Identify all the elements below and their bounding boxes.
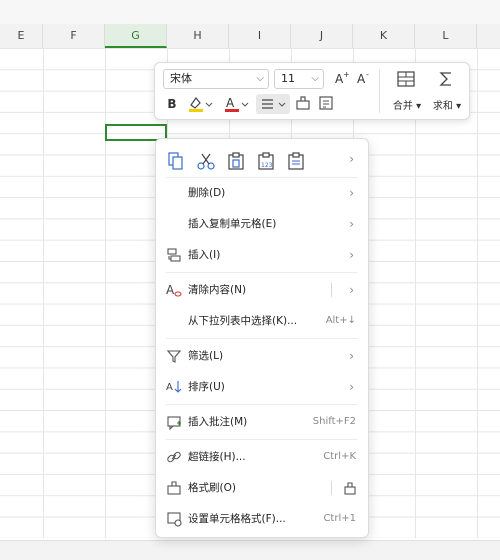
- format-cells-icon: [167, 512, 182, 527]
- formula-bar-area: [0, 0, 500, 25]
- toolbar-divider: [379, 69, 380, 113]
- paste-icon[interactable]: [226, 151, 246, 171]
- menu-item-filter[interactable]: 筛选(L) ›: [156, 342, 368, 370]
- paste-options-row: 123 ›: [156, 143, 368, 175]
- menu-item-format-painter[interactable]: 格式刷(O): [156, 474, 368, 502]
- svg-text:+: +: [343, 70, 350, 79]
- column-header-k[interactable]: K: [353, 24, 415, 48]
- menu-item-label: 插入批注(M): [188, 416, 248, 428]
- menu-item-label: 从下拉列表中选择(K)...: [188, 315, 298, 327]
- menu-divider: [166, 338, 358, 339]
- menu-item-shortcut: Shift+F2: [312, 416, 356, 427]
- column-header-row: E F G H I J K L: [0, 24, 500, 49]
- menu-item-format-cells[interactable]: 设置单元格格式(F)... Ctrl+1: [156, 505, 368, 533]
- menu-item-label: 排序(U): [188, 381, 225, 393]
- sum-button[interactable]: 求和 ▾: [427, 97, 467, 112]
- column-header-f[interactable]: F: [43, 24, 105, 48]
- svg-text:-: -: [366, 70, 369, 79]
- format-painter-lock-icon[interactable]: [342, 480, 358, 496]
- menu-divider: [166, 177, 358, 178]
- comment-icon: [167, 416, 181, 430]
- bold-button[interactable]: B: [165, 95, 179, 113]
- sum-icon[interactable]: [435, 69, 457, 91]
- sort-icon: A: [166, 381, 182, 393]
- font-size-value: 11: [281, 72, 295, 85]
- chevron-right-icon: ›: [349, 217, 354, 231]
- chevron-down-icon: ⌵: [311, 73, 319, 84]
- menu-item-label: 清除内容(N): [188, 284, 247, 296]
- clear-contents-icon: A: [166, 283, 182, 297]
- menu-item-insert[interactable]: 插入(I) ›: [156, 241, 368, 269]
- svg-text:123: 123: [261, 162, 273, 169]
- align-button[interactable]: [256, 94, 290, 114]
- format-painter-icon: [167, 481, 181, 495]
- merge-label: 合并: [392, 101, 413, 112]
- menu-item-sort[interactable]: A 排序(U) ›: [156, 373, 368, 401]
- paste-formulas-icon[interactable]: [286, 151, 306, 171]
- context-menu: 123 › 删除(D) › 插入复制单元格(E) › 插入(I) › A 清除内…: [155, 138, 369, 538]
- chevron-down-icon: ⌵: [256, 73, 264, 84]
- font-color-button[interactable]: A: [223, 95, 249, 113]
- mini-format-toolbar: 宋体 ⌵ 11 ⌵ A + A- B A 合并 ▾ 求和 ▾: [154, 62, 470, 120]
- menu-item-shortcut: Alt+↓: [325, 315, 356, 326]
- link-icon: [167, 451, 181, 463]
- column-header-j[interactable]: J: [291, 24, 353, 48]
- menu-item-hyperlink[interactable]: 超链接(H)... Ctrl+K: [156, 443, 368, 471]
- filter-icon: [166, 350, 182, 363]
- format-painter-icon[interactable]: [294, 95, 312, 113]
- svg-text:A: A: [166, 382, 173, 393]
- chevron-right-icon: ›: [349, 248, 354, 262]
- column-header-h[interactable]: H: [167, 24, 229, 48]
- menu-divider: [166, 439, 358, 440]
- chevron-right-icon[interactable]: ›: [349, 143, 354, 175]
- svg-text:A: A: [226, 96, 235, 110]
- chevron-right-icon: ›: [349, 349, 354, 363]
- font-size-select[interactable]: 11 ⌵: [274, 69, 324, 89]
- menu-item-label: 插入复制单元格(E): [188, 218, 277, 230]
- menu-item-pick-from-list[interactable]: 从下拉列表中选择(K)... Alt+↓: [156, 307, 368, 335]
- menu-item-label: 格式刷(O): [188, 482, 236, 494]
- menu-item-label: 筛选(L): [188, 350, 224, 362]
- cut-icon[interactable]: [196, 151, 216, 171]
- column-header-l[interactable]: L: [415, 24, 477, 48]
- cell-format-icon[interactable]: [317, 95, 335, 113]
- sum-label: 求和: [432, 101, 453, 112]
- paste-values-icon[interactable]: 123: [256, 151, 276, 171]
- column-header-g[interactable]: G: [105, 24, 167, 48]
- svg-text:A: A: [166, 283, 175, 297]
- menu-item-label: 超链接(H)...: [188, 451, 246, 463]
- menu-divider: [166, 272, 358, 273]
- chevron-right-icon: ›: [349, 283, 354, 297]
- fill-color-button[interactable]: [187, 95, 213, 113]
- menu-item-insert-copied-cells[interactable]: 插入复制单元格(E) ›: [156, 210, 368, 238]
- column-header-i[interactable]: I: [229, 24, 291, 48]
- menu-item-label: 设置单元格格式(F)...: [188, 513, 286, 525]
- insert-cells-icon: [167, 248, 181, 262]
- menu-item-shortcut: Ctrl+K: [323, 451, 356, 462]
- chevron-right-icon: ›: [349, 380, 354, 394]
- menu-item-divider: [331, 481, 332, 495]
- menu-item-insert-comment[interactable]: 插入批注(M) Shift+F2: [156, 408, 368, 436]
- menu-item-label: 删除(D): [188, 187, 226, 199]
- menu-item-label: 插入(I): [188, 249, 221, 261]
- sheet-tab-bar: [0, 540, 500, 560]
- menu-item-shortcut: Ctrl+1: [323, 513, 356, 524]
- copy-icon[interactable]: [166, 151, 186, 171]
- menu-item-clear-contents[interactable]: A 清除内容(N) ›: [156, 276, 368, 304]
- merge-cells-icon[interactable]: [395, 69, 417, 91]
- chevron-right-icon: ›: [349, 186, 354, 200]
- increase-font-size-icon[interactable]: A +: [333, 70, 351, 88]
- decrease-font-size-icon[interactable]: A-: [355, 70, 373, 88]
- menu-divider: [166, 404, 358, 405]
- svg-text:A: A: [357, 72, 366, 86]
- font-name-select[interactable]: 宋体 ⌵: [163, 69, 269, 89]
- menu-item-delete[interactable]: 删除(D) ›: [156, 179, 368, 207]
- menu-item-divider: [331, 283, 332, 297]
- merge-button[interactable]: 合并 ▾: [387, 97, 427, 112]
- column-header-e[interactable]: E: [0, 24, 43, 48]
- font-name-value: 宋体: [170, 72, 192, 85]
